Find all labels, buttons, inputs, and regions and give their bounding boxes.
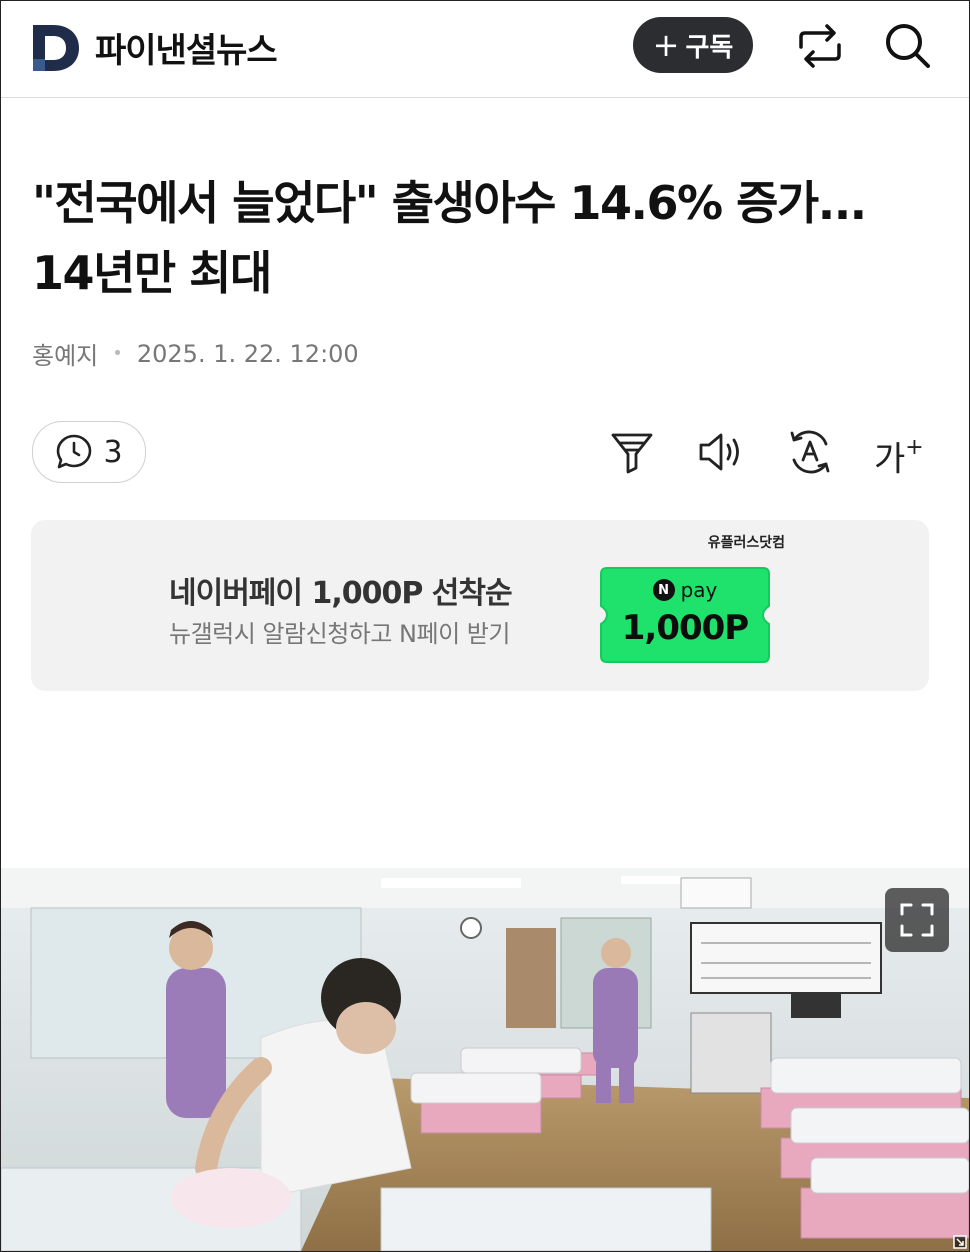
byline: 홍예지 • 2025. 1. 22. 12:00 (32, 336, 359, 371)
ad-banner[interactable]: 유플러스닷컴 네이버페이 1,000P 선착순 뉴갤럭시 알람신청하고 N페이 … (31, 520, 929, 691)
expand-icon (900, 903, 934, 937)
top-header: 파이낸셜뉴스 + 구독 (1, 1, 969, 98)
nursery-photo-illustration (1, 868, 969, 1251)
ad-advertiser: 유플러스닷컴 (707, 535, 785, 551)
article-photo[interactable] (1, 868, 969, 1251)
speaker-icon[interactable] (697, 428, 745, 476)
corner-resize-icon (953, 1235, 967, 1249)
author-name[interactable]: 홍예지 (32, 336, 98, 371)
coupon-brand-row: N pay (599, 578, 771, 602)
npay-badge-icon: N (652, 579, 675, 601)
coupon-brand: pay (680, 578, 718, 602)
logo-d-icon (33, 24, 79, 71)
coupon-value: 1,000P (621, 608, 749, 648)
ad-subtitle: 뉴갤럭시 알람신청하고 N페이 받기 (169, 620, 510, 648)
font-size-label: 가 (874, 439, 906, 480)
expand-photo-button[interactable] (885, 888, 949, 952)
search-icon[interactable] (883, 21, 933, 71)
plus-icon: + (652, 26, 680, 64)
comment-count: 3 (103, 434, 123, 470)
npay-coupon: N pay 1,000P (599, 566, 771, 664)
translate-icon[interactable] (786, 428, 834, 476)
brand-name: 파이낸셜뉴스 (95, 31, 278, 71)
headline-line-2: 14년만 최대 (32, 246, 272, 300)
subscribe-button[interactable]: + 구독 (633, 17, 753, 73)
plus-superscript: + (905, 435, 924, 460)
publish-datetime: 2025. 1. 22. 12:00 (136, 339, 359, 368)
headline-line-1: "전국에서 늘었다" 출생아수 14.6% 증가... (32, 176, 867, 230)
separator-dot: • (112, 343, 123, 364)
share-icon[interactable] (795, 21, 845, 71)
ad-title: 네이버페이 1,000P 선착순 (169, 576, 513, 611)
comment-icon (57, 434, 92, 469)
article-headline: "전국에서 늘었다" 출생아수 14.6% 증가... 14년만 최대 (32, 168, 932, 308)
comment-button[interactable]: 3 (32, 421, 146, 483)
brand-logo[interactable]: 파이낸셜뉴스 (33, 23, 278, 72)
filter-icon[interactable] (608, 428, 656, 476)
font-size-icon[interactable]: 가+ (874, 428, 924, 480)
subscribe-label: 구독 (685, 32, 734, 63)
